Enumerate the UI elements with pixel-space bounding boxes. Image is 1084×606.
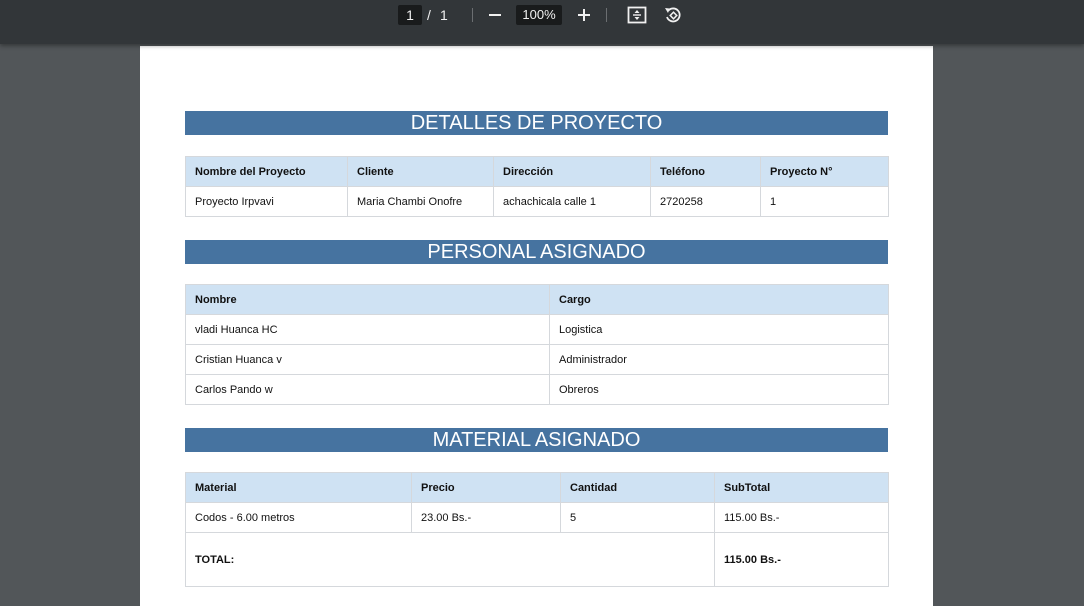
column-header: Precio xyxy=(411,472,561,503)
column-header: Cargo xyxy=(549,284,889,315)
project-details-table: Nombre del Proyecto Cliente Dirección Te… xyxy=(185,156,889,217)
fit-page-icon xyxy=(627,6,647,24)
person-role-cell: Administrador xyxy=(549,344,889,375)
total-label: TOTAL: xyxy=(185,532,715,587)
column-header: Cantidad xyxy=(560,472,715,503)
column-header: Material xyxy=(185,472,412,503)
column-header: SubTotal xyxy=(714,472,889,503)
zoom-level-input[interactable]: 100% xyxy=(516,5,562,25)
zoom-out-icon xyxy=(489,14,501,16)
material-price-cell: 23.00 Bs.- xyxy=(411,502,561,533)
table-row: vladi Huanca HC Logistica xyxy=(185,314,889,345)
column-header: Cliente xyxy=(347,156,494,187)
total-pages: 1 xyxy=(440,7,448,23)
total-row: TOTAL: 115.00 Bs.- xyxy=(185,532,889,587)
table-row: Carlos Pando w Obreros xyxy=(185,374,889,405)
toolbar-divider xyxy=(606,8,607,22)
material-table: Material Precio Cantidad SubTotal Codos … xyxy=(185,472,889,587)
toolbar-divider xyxy=(472,8,473,22)
phone-cell: 2720258 xyxy=(650,186,761,217)
pdf-toolbar: 1 / 1 100% xyxy=(0,0,1084,44)
table-row: Codos - 6.00 metros 23.00 Bs.- 5 115.00 … xyxy=(185,502,889,533)
person-role-cell: Logistica xyxy=(549,314,889,345)
material-name-cell: Codos - 6.00 metros xyxy=(185,502,412,533)
column-header: Nombre del Proyecto xyxy=(185,156,348,187)
zoom-in-icon xyxy=(578,9,590,21)
table-header-row: Material Precio Cantidad SubTotal xyxy=(185,472,889,503)
section-title-material: MATERIAL ASIGNADO xyxy=(185,428,888,452)
column-header: Teléfono xyxy=(650,156,761,187)
page-number-input[interactable]: 1 xyxy=(398,5,422,25)
project-name-cell: Proyecto Irpvavi xyxy=(185,186,348,217)
table-header-row: Nombre Cargo xyxy=(185,284,889,315)
rotate-icon xyxy=(665,7,681,23)
table-row: Proyecto Irpvavi Maria Chambi Onofre ach… xyxy=(185,186,889,217)
fit-page-button[interactable] xyxy=(626,4,648,26)
material-subtotal-cell: 115.00 Bs.- xyxy=(714,502,889,533)
zoom-out-button[interactable] xyxy=(484,4,506,26)
project-number-cell: 1 xyxy=(760,186,889,217)
rotate-button[interactable] xyxy=(662,4,684,26)
pdf-page: DETALLES DE PROYECTO Nombre del Proyecto… xyxy=(140,46,933,606)
total-value: 115.00 Bs.- xyxy=(714,532,889,587)
section-title-personnel: PERSONAL ASIGNADO xyxy=(185,240,888,264)
column-header: Proyecto N° xyxy=(760,156,889,187)
column-header: Nombre xyxy=(185,284,550,315)
personnel-table: Nombre Cargo vladi Huanca HC Logistica C… xyxy=(185,284,889,405)
page-separator: / xyxy=(427,7,431,23)
table-header-row: Nombre del Proyecto Cliente Dirección Te… xyxy=(185,156,889,187)
material-quantity-cell: 5 xyxy=(560,502,715,533)
person-name-cell: Cristian Huanca v xyxy=(185,344,550,375)
table-row: Cristian Huanca v Administrador xyxy=(185,344,889,375)
client-cell: Maria Chambi Onofre xyxy=(347,186,494,217)
section-title-project: DETALLES DE PROYECTO xyxy=(185,111,888,135)
person-role-cell: Obreros xyxy=(549,374,889,405)
person-name-cell: vladi Huanca HC xyxy=(185,314,550,345)
zoom-in-button[interactable] xyxy=(573,4,595,26)
person-name-cell: Carlos Pando w xyxy=(185,374,550,405)
column-header: Dirección xyxy=(493,156,651,187)
address-cell: achachicala calle 1 xyxy=(493,186,651,217)
